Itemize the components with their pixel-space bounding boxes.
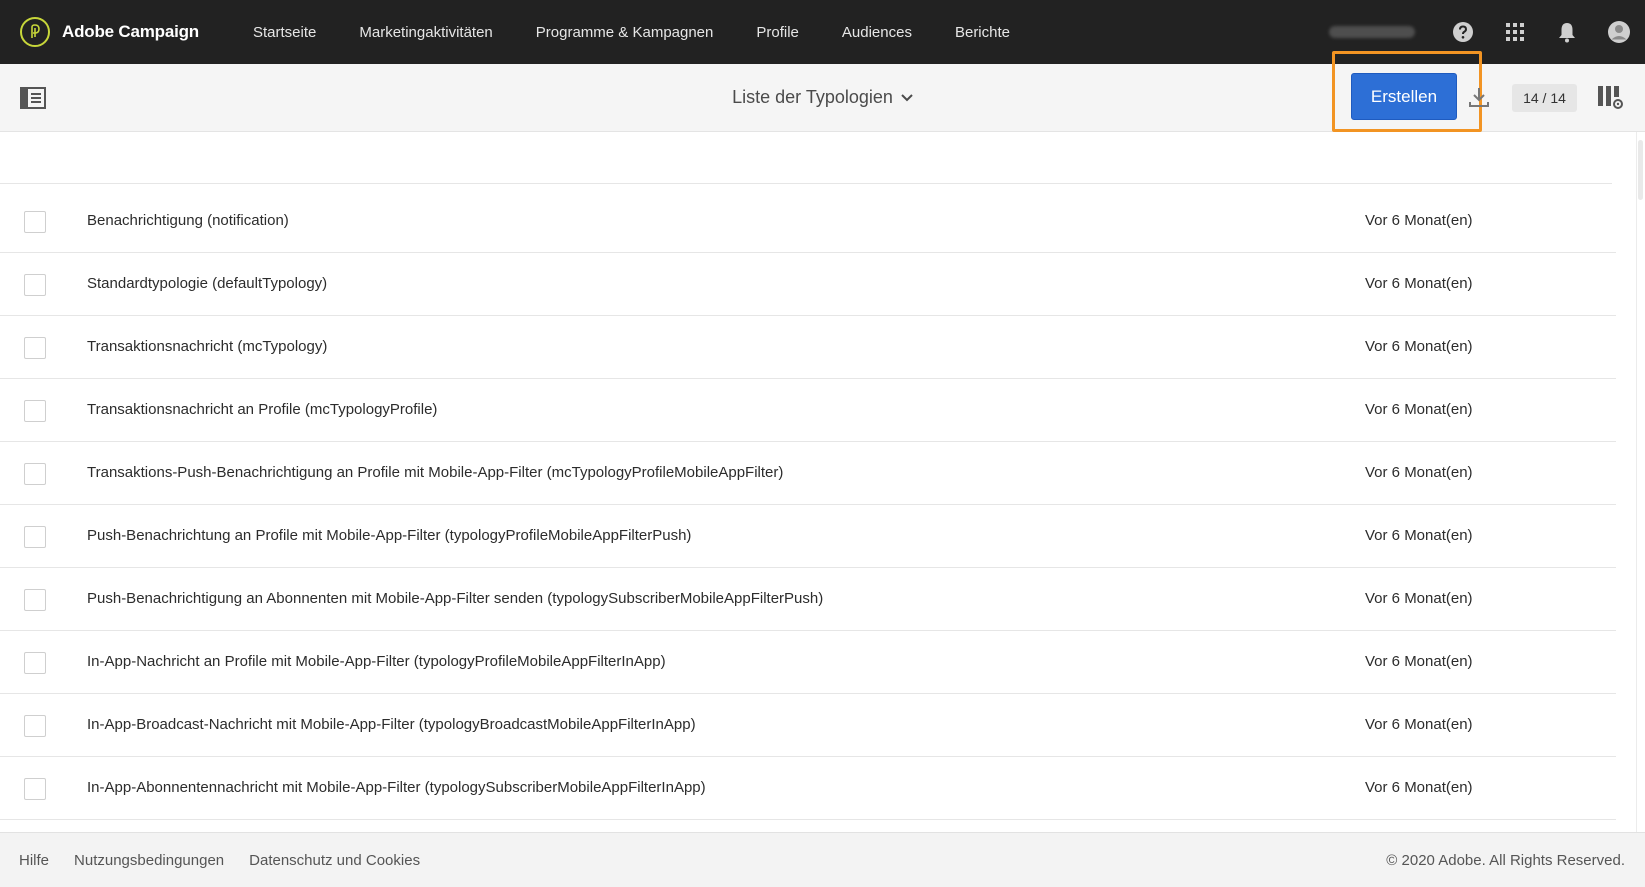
row-date: Vor 6 Monat(en): [1365, 464, 1473, 481]
row-checkbox[interactable]: [24, 211, 46, 233]
table-row[interactable]: Push-Benachrichtigung an Abonnenten mit …: [0, 568, 1616, 631]
row-checkbox[interactable]: [24, 337, 46, 359]
row-checkbox[interactable]: [24, 400, 46, 422]
table-row[interactable]: In-App-Nachricht an Profile mit Mobile-A…: [0, 631, 1616, 694]
table-row[interactable]: Transaktionsnachricht (mcTypology) Vor 6 …: [0, 316, 1616, 379]
item-count-badge: 14 / 14: [1512, 84, 1577, 112]
help-icon[interactable]: [1437, 0, 1489, 64]
nav-item-audiences[interactable]: Audiences: [842, 24, 912, 41]
row-date: Vor 6 Monat(en): [1365, 338, 1473, 355]
row-label[interactable]: In-App-Broadcast-Nachricht mit Mobile-Ap…: [87, 716, 696, 733]
row-label[interactable]: Transaktionsnachricht (mcTypology): [87, 338, 327, 355]
table-row[interactable]: In-App-Abonnentennachricht mit Mobile-Ap…: [0, 757, 1616, 820]
row-checkbox[interactable]: [24, 274, 46, 296]
page-footer: Hilfe Nutzungsbedingungen Datenschutz un…: [0, 832, 1645, 887]
nav-item-startseite[interactable]: Startseite: [253, 24, 316, 41]
user-avatar-icon[interactable]: [1593, 0, 1645, 64]
nav-item-berichte[interactable]: Berichte: [955, 24, 1010, 41]
brand[interactable]: Adobe Campaign: [20, 17, 199, 47]
footer-links: Hilfe Nutzungsbedingungen Datenschutz un…: [19, 852, 445, 869]
nav-right-tools: [1329, 0, 1645, 64]
view-selector[interactable]: Liste der Typologien: [732, 87, 913, 108]
row-checkbox[interactable]: [24, 652, 46, 674]
typology-list: Benachrichtigung (notification) Vor 6 Mon…: [0, 190, 1616, 820]
row-date: Vor 6 Monat(en): [1365, 527, 1473, 544]
user-name-blurred: [1329, 26, 1415, 38]
row-label[interactable]: Push-Benachrichtigung an Abonnenten mit …: [87, 590, 823, 607]
row-label[interactable]: Push-Benachrichtung an Profile mit Mobil…: [87, 527, 691, 544]
table-row[interactable]: In-App-Broadcast-Nachricht mit Mobile-Ap…: [0, 694, 1616, 757]
column-settings-icon[interactable]: [1597, 84, 1623, 110]
brand-name: Adobe Campaign: [62, 22, 199, 41]
table-row[interactable]: Benachrichtigung (notification) Vor 6 Mon…: [0, 190, 1616, 253]
side-panel-toggle-icon[interactable]: [20, 87, 46, 109]
copyright-text: © 2020 Adobe. All Rights Reserved.: [1386, 852, 1625, 869]
row-checkbox[interactable]: [24, 715, 46, 737]
table-row[interactable]: Push-Benachrichtung an Profile mit Mobil…: [0, 505, 1616, 568]
row-checkbox[interactable]: [24, 589, 46, 611]
table-row[interactable]: Standardtypologie (defaultTypology) Vor 6…: [0, 253, 1616, 316]
top-navigation-bar: Adobe Campaign Startseite Marketingaktiv…: [0, 0, 1645, 64]
nav-item-marketingaktivitaeten[interactable]: Marketingaktivitäten: [359, 24, 492, 41]
notification-bell-icon[interactable]: [1541, 0, 1593, 64]
row-date: Vor 6 Monat(en): [1365, 590, 1473, 607]
footer-link-hilfe[interactable]: Hilfe: [19, 852, 49, 869]
apps-grid-icon[interactable]: [1489, 0, 1541, 64]
table-row[interactable]: Transaktionsnachricht an Profile (mcTypo…: [0, 379, 1616, 442]
row-date: Vor 6 Monat(en): [1365, 716, 1473, 733]
row-date: Vor 6 Monat(en): [1365, 779, 1473, 796]
row-date: Vor 6 Monat(en): [1365, 653, 1473, 670]
scrollbar-thumb[interactable]: [1638, 140, 1643, 200]
row-date: Vor 6 Monat(en): [1365, 275, 1473, 292]
row-label[interactable]: Standardtypologie (defaultTypology): [87, 275, 327, 292]
row-checkbox[interactable]: [24, 526, 46, 548]
chevron-down-icon: [901, 93, 913, 101]
row-label[interactable]: Transaktionsnachricht an Profile (mcTypo…: [87, 401, 437, 418]
footer-link-datenschutz[interactable]: Datenschutz und Cookies: [249, 852, 420, 869]
row-label[interactable]: Transaktions-Push-Benachrichtigung an Pr…: [87, 464, 783, 481]
row-label[interactable]: Benachrichtigung (notification): [87, 212, 289, 229]
table-row[interactable]: Transaktions-Push-Benachrichtigung an Pr…: [0, 442, 1616, 505]
create-button[interactable]: Erstellen: [1351, 73, 1457, 120]
adobe-campaign-logo-icon: [20, 17, 50, 47]
row-date: Vor 6 Monat(en): [1365, 401, 1473, 418]
nav-item-programme-kampagnen[interactable]: Programme & Kampagnen: [536, 24, 714, 41]
list-header-divider: [0, 183, 1612, 184]
footer-link-nutzungsbedingungen[interactable]: Nutzungsbedingungen: [74, 852, 224, 869]
row-checkbox[interactable]: [24, 463, 46, 485]
page-title: Liste der Typologien: [732, 87, 893, 107]
row-checkbox[interactable]: [24, 778, 46, 800]
nav-item-profile[interactable]: Profile: [756, 24, 799, 41]
row-label[interactable]: In-App-Nachricht an Profile mit Mobile-A…: [87, 653, 666, 670]
row-label[interactable]: In-App-Abonnentennachricht mit Mobile-Ap…: [87, 779, 706, 796]
row-date: Vor 6 Monat(en): [1365, 212, 1473, 229]
export-download-icon[interactable]: [1468, 85, 1490, 109]
scrollbar-track[interactable]: [1636, 132, 1645, 832]
main-nav: Startseite Marketingaktivitäten Programm…: [253, 24, 1053, 41]
